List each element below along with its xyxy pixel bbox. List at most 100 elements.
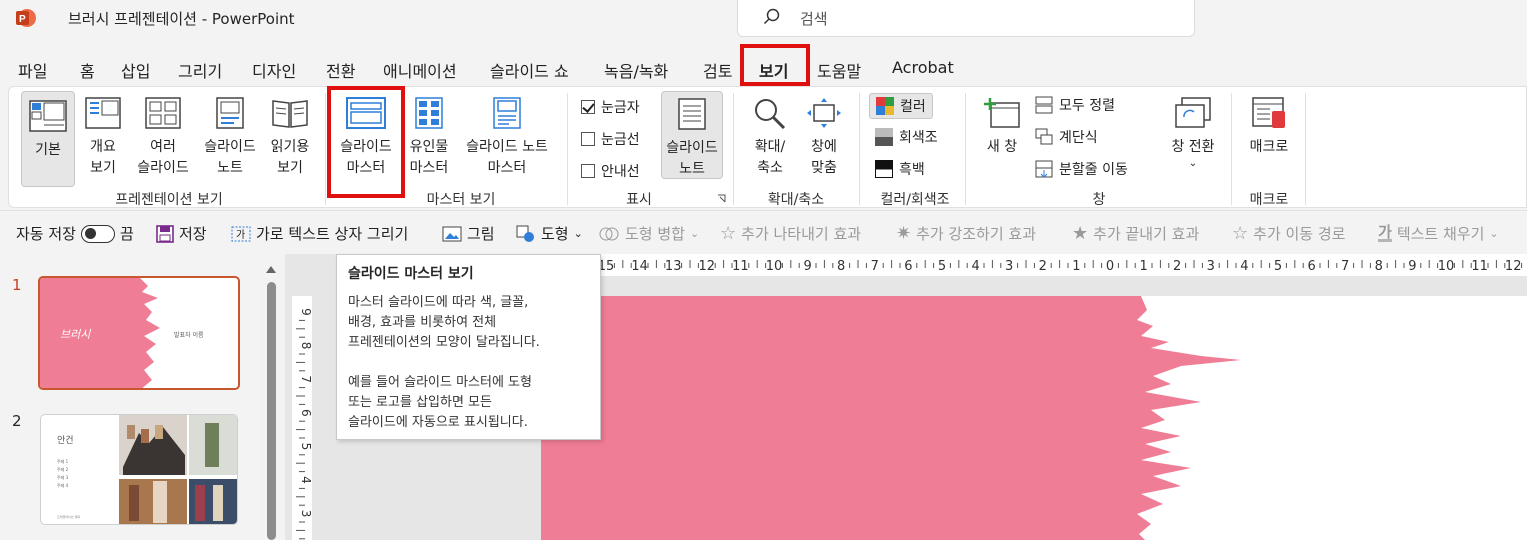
move-split-button[interactable]: 분할줄 이동 — [1035, 159, 1128, 179]
group-window: 창 — [1092, 192, 1106, 208]
tab-home[interactable]: 홈 — [80, 58, 95, 82]
slide-sorter-icon — [145, 97, 181, 129]
notes-master-button[interactable]: 슬라이드 노트 마스터 — [457, 97, 557, 179]
ruler-tick-label: 8 — [837, 259, 845, 274]
ruler-tick-label: 1 — [1072, 259, 1080, 274]
ruler-tick-label: 10 — [766, 259, 783, 274]
color-swatch-icon — [876, 97, 894, 115]
outline-view-button[interactable]: 개요 보기 — [81, 97, 125, 179]
ruler-tick-label: 12 — [1505, 259, 1522, 274]
cascade-button[interactable]: 계단식 — [1035, 127, 1098, 147]
thumbnail-scrollbar[interactable] — [266, 264, 277, 540]
slide-2-item: 주제 3 — [57, 475, 69, 480]
tab-record[interactable]: 녹음/녹화 — [604, 58, 668, 82]
tab-review[interactable]: 검토 — [703, 58, 732, 82]
emphasis-effect-button[interactable]: ✷ 추가 강조하기 효과 — [896, 223, 1036, 244]
autosave-label: 자동 저장 — [16, 225, 76, 243]
fit-label-2: 맞춤 — [811, 160, 837, 176]
group-master-views: 마스터 보기 — [426, 192, 496, 208]
notes-label-1: 슬라이드 — [666, 140, 718, 156]
tab-help[interactable]: 도움말 — [817, 58, 861, 82]
color-button[interactable]: 컬러 — [869, 93, 933, 119]
handout-master-button[interactable]: 유인물 마스터 — [403, 97, 455, 179]
shapes-button[interactable]: 도형 ⌄ — [516, 223, 583, 244]
slide-1-subtitle: 발표자 이름 — [174, 332, 204, 339]
zoom-button[interactable]: 확대/ 축소 — [745, 97, 795, 179]
ruler-tick-label: 12 — [699, 259, 716, 274]
tab-draw[interactable]: 그리기 — [178, 58, 222, 82]
ruler-tick-label: 2 — [1039, 259, 1047, 274]
tab-slideshow[interactable]: 슬라이드 쇼 — [490, 58, 569, 82]
sorter-label-1: 여러 — [150, 139, 176, 155]
svg-text:P: P — [19, 14, 26, 25]
ruler-tick-label: 10 — [1438, 259, 1455, 274]
grayscale-button[interactable]: 회색조 — [875, 127, 938, 147]
switch-windows-button[interactable]: 창 전환 ⌄ — [1165, 97, 1221, 170]
text-fill-button[interactable]: 가 텍스트 채우기 ⌄ — [1378, 223, 1499, 244]
outline-view-label-2: 보기 — [90, 160, 116, 176]
picture-button[interactable]: 그림 — [442, 223, 495, 244]
magnifier-icon — [755, 99, 786, 129]
textbox-icon: 가 — [231, 226, 251, 241]
ruler-tick-label: 6 — [904, 259, 912, 274]
notes-toggle-button[interactable]: 슬라이드 노트 — [661, 91, 723, 179]
tooltip-line: 마스터 슬라이드에 따라 색, 글꼴, — [348, 295, 529, 310]
normal-view-button[interactable]: 기본 — [21, 91, 75, 187]
slide-number: 2 — [12, 412, 22, 430]
exit-effect-button[interactable]: ★ 추가 끝내기 효과 — [1072, 223, 1199, 244]
gridlines-checkbox[interactable]: 눈금선 — [581, 129, 640, 149]
textbox-label: 가로 텍스트 상자 그리기 — [256, 225, 409, 243]
macros-button[interactable]: 매크로 — [1241, 97, 1297, 158]
tooltip-line: 프레젠테이션의 모양이 달라집니다. — [348, 335, 540, 350]
new-window-button[interactable]: 새 창 — [977, 97, 1027, 158]
arrange-all-button[interactable]: 모두 정렬 — [1035, 95, 1115, 115]
ruler-tick-label: 9 — [1408, 259, 1416, 274]
dialog-launcher-icon[interactable] — [717, 194, 726, 203]
black-white-button[interactable]: 흑백 — [875, 159, 925, 179]
slide-thumbnail-1[interactable]: 브러시 발표자 이름 — [38, 276, 240, 390]
entrance-effect-button[interactable]: ☆ 추가 나타내기 효과 — [720, 223, 861, 244]
chevron-down-icon: ⌄ — [1188, 158, 1198, 169]
slide-canvas[interactable] — [541, 296, 1527, 540]
slide-sorter-button[interactable]: 여러 슬라이드 — [131, 97, 195, 179]
path-label: 추가 이동 경로 — [1253, 225, 1346, 243]
tab-design[interactable]: 디자인 — [252, 58, 296, 82]
notes-page-button[interactable]: 슬라이드 노트 — [199, 97, 261, 179]
ruler-tick-label: 2 — [1173, 259, 1181, 274]
textbox-button[interactable]: 가 가로 텍스트 상자 그리기 — [231, 223, 408, 244]
slide-thumbnail-2[interactable]: 안건 주제 1 주제 2 주제 3 주제 4 프레젠테이션 제목 — [40, 414, 238, 525]
tab-transitions[interactable]: 전환 — [326, 58, 355, 82]
arrange-all-label: 모두 정렬 — [1059, 98, 1115, 114]
title-bar: P 브러시 프레젠테이션 - PowerPoint 검색 — [0, 0, 1527, 50]
autosave-toggle[interactable]: 자동 저장 끔 — [16, 223, 134, 244]
vertical-ruler: 9 8 7 6 5 4 3 — [292, 296, 312, 540]
text-fill-icon: 가 — [1378, 223, 1392, 242]
separator — [1231, 93, 1232, 205]
merge-shapes-button[interactable]: 도형 병합 ⌄ — [598, 223, 699, 244]
ruler-checkbox[interactable]: 눈금자 — [581, 97, 640, 117]
tab-insert[interactable]: 삽입 — [121, 58, 150, 82]
slide-2-photos — [119, 415, 237, 524]
scrollbar-thumb[interactable] — [267, 282, 276, 540]
motion-path-button[interactable]: ☆ 추가 이동 경로 — [1232, 223, 1345, 244]
tooltip-line: 배경, 효과를 비롯하여 전체 — [348, 315, 497, 330]
tab-animations[interactable]: 애니메이션 — [383, 58, 457, 82]
fit-to-window-button[interactable]: 창에 맞춤 — [801, 97, 847, 179]
slide-2-item: 주제 4 — [57, 483, 69, 488]
checkbox-empty-icon — [581, 164, 595, 178]
slide-1-title: 브러시 — [60, 328, 91, 341]
exit-label: 추가 끝내기 효과 — [1093, 225, 1200, 243]
zoom-label-1: 확대/ — [754, 139, 786, 155]
tab-file[interactable]: 파일 — [18, 58, 47, 82]
ruler-tick-label: 11 — [732, 259, 749, 274]
scroll-up-arrow-icon[interactable] — [266, 266, 276, 273]
guides-checkbox[interactable]: 안내선 — [581, 161, 640, 181]
group-presentation-views: 프레젠테이션 보기 — [115, 192, 223, 208]
black-white-label: 흑백 — [899, 162, 925, 178]
save-button[interactable]: 저장 — [156, 223, 207, 244]
notes-page-icon — [216, 97, 244, 129]
search-box[interactable]: 검색 — [737, 0, 1195, 37]
tab-acrobat[interactable]: Acrobat — [892, 58, 954, 77]
merge-shapes-icon — [599, 227, 619, 240]
reading-view-button[interactable]: 읽기용 보기 — [265, 97, 315, 179]
